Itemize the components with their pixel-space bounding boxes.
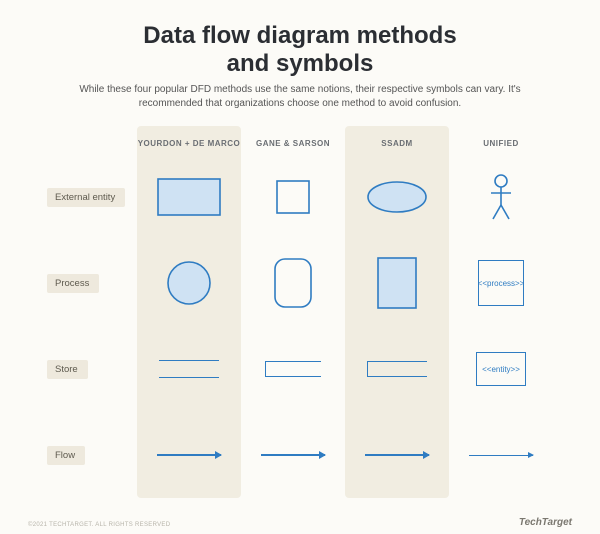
actor-icon	[486, 173, 516, 221]
symbol-yourdon-store	[137, 326, 241, 412]
corner-empty	[47, 126, 137, 154]
symbol-grid: YOURDON + DE MARCO GANE & SARSON SSADM U…	[47, 126, 553, 498]
uml-entity-label: <<entity>>	[482, 365, 520, 374]
uml-process-label: <<process>>	[478, 279, 525, 288]
row-label-process: Process	[47, 240, 137, 326]
symbol-gane-store	[241, 326, 345, 412]
symbol-unified-store: <<entity>>	[449, 326, 553, 412]
page-title: Data flow diagram methods and symbols	[28, 22, 572, 77]
col-header-yourdon: YOURDON + DE MARCO	[137, 139, 241, 154]
arrow-icon	[261, 454, 325, 456]
symbol-yourdon-external-entity	[137, 154, 241, 240]
row-label-external-entity: External entity	[47, 154, 137, 240]
symbol-unified-process: <<process>>	[449, 240, 553, 326]
col-header-gane: GANE & SARSON	[241, 139, 345, 154]
row-label-text: Flow	[47, 446, 85, 465]
row-label-text: Process	[47, 274, 99, 293]
symbol-gane-flow	[241, 412, 345, 498]
row-label-text: External entity	[47, 188, 125, 207]
col-header-unified: UNIFIED	[449, 139, 553, 154]
symbol-unified-external-entity	[449, 154, 553, 240]
symbol-yourdon-process	[137, 240, 241, 326]
title-line1: Data flow diagram methods	[143, 22, 456, 49]
symbol-unified-flow	[449, 412, 553, 498]
open-rect-icon	[265, 361, 321, 377]
arrow-thin-icon	[469, 455, 533, 456]
uml-entity-box: <<entity>>	[476, 352, 526, 386]
symbol-ssadm-store	[345, 326, 449, 412]
arrow-icon	[157, 454, 221, 456]
open-rect-icon	[367, 361, 427, 377]
row-label-store: Store	[47, 326, 137, 412]
symbol-gane-external-entity	[241, 154, 345, 240]
col-header-ssadm: SSADM	[345, 139, 449, 154]
page-subtitle: While these four popular DFD methods use…	[70, 83, 530, 110]
symbol-ssadm-process	[345, 240, 449, 326]
footer-copyright: ©2021 TECHTARGET. ALL RIGHTS RESERVED	[28, 522, 170, 528]
diagram-page: Data flow diagram methods and symbols Wh…	[0, 0, 600, 534]
title-line2: and symbols	[227, 50, 374, 77]
two-lines-icon	[159, 360, 219, 378]
symbol-ssadm-external-entity	[345, 154, 449, 240]
row-label-text: Store	[47, 360, 88, 379]
arrow-icon	[365, 454, 429, 456]
row-label-flow: Flow	[47, 412, 137, 498]
symbol-yourdon-flow	[137, 412, 241, 498]
footer-brand: TechTarget	[519, 517, 572, 528]
uml-process-box: <<process>>	[478, 260, 524, 306]
symbol-ssadm-flow	[345, 412, 449, 498]
symbol-gane-process	[241, 240, 345, 326]
